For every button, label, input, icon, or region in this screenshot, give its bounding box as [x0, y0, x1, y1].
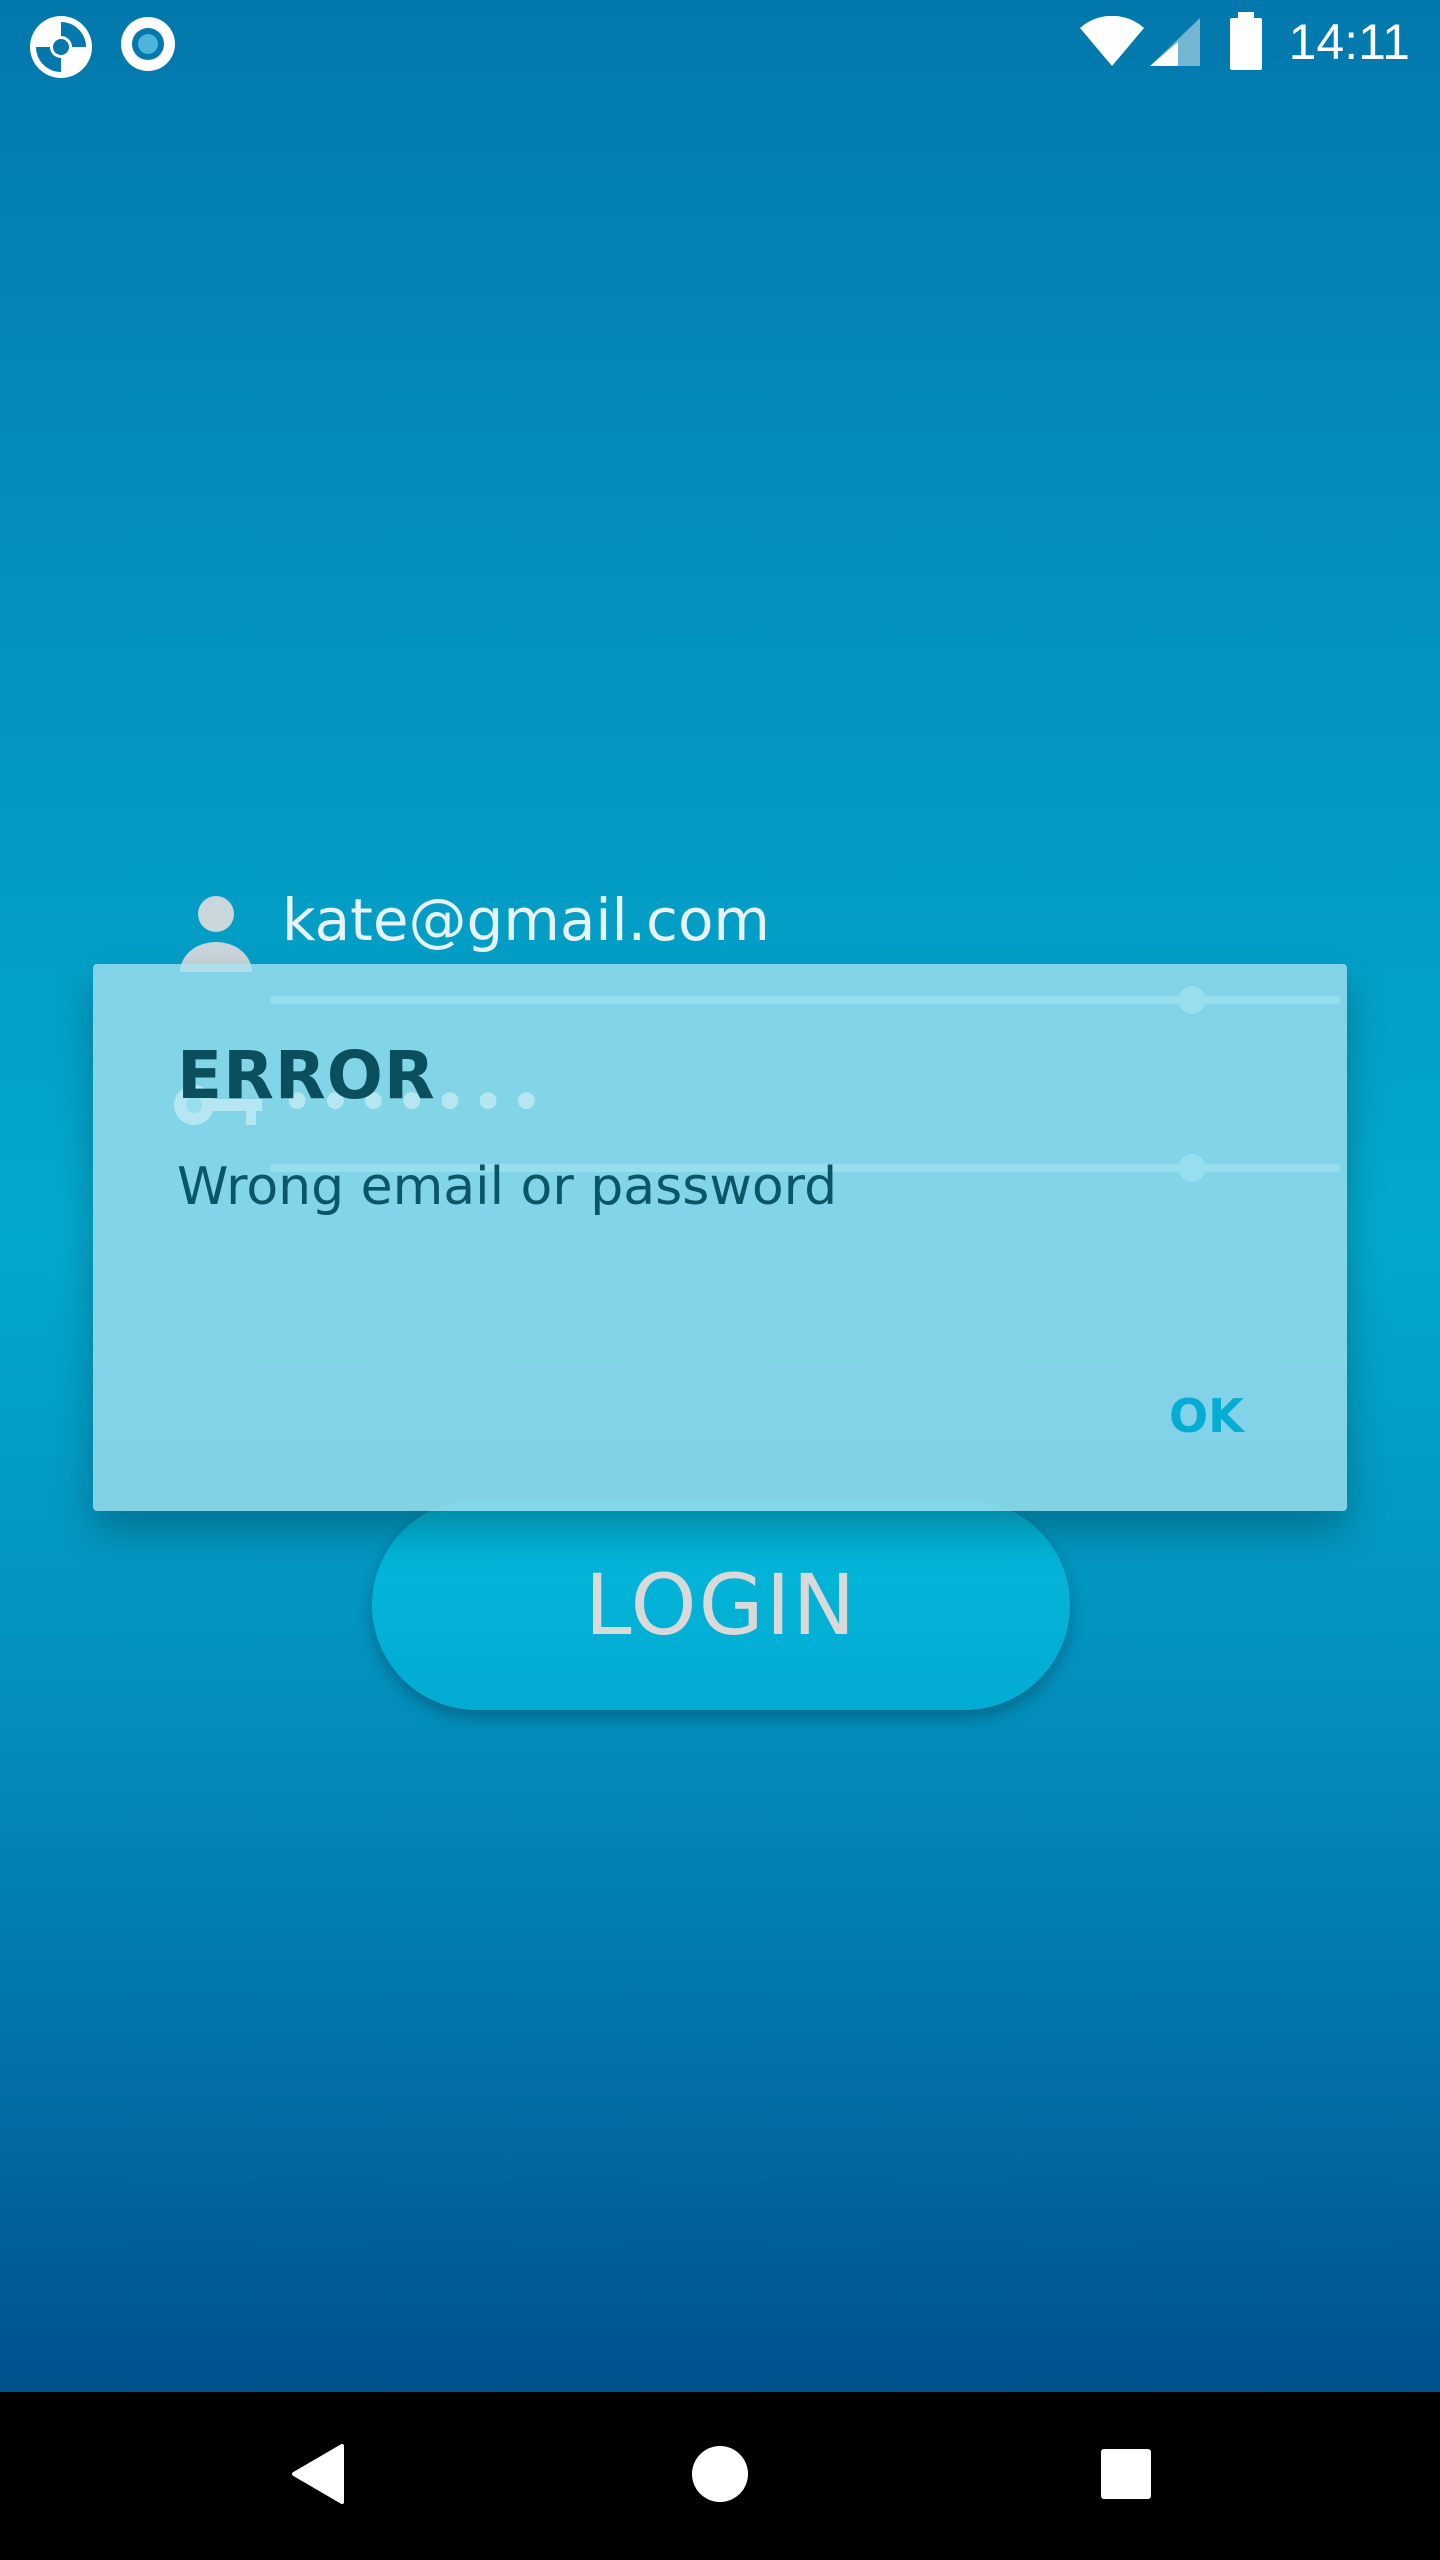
ok-button[interactable]: OK [1149, 1376, 1264, 1456]
error-dialog: ERROR Wrong email or password OK [93, 964, 1347, 1511]
battery-icon [1228, 12, 1264, 76]
cell-signal-icon [1148, 16, 1202, 72]
back-icon [290, 2442, 346, 2510]
status-time: 14:11 [1288, 14, 1410, 70]
home-icon [690, 2444, 750, 2508]
recents-icon [1099, 2447, 1153, 2505]
app-logo-icon [28, 14, 94, 84]
wifi-icon [1078, 15, 1146, 72]
login-button-label: LOGIN [584, 1556, 858, 1654]
back-button[interactable] [218, 2392, 418, 2560]
status-bar: 14:11 [0, 0, 1440, 84]
circle-dot-icon [118, 14, 178, 78]
navigation-bar [0, 2392, 1440, 2560]
dialog-message: Wrong email or password [177, 1157, 838, 1217]
email-input-value: kate@gmail.com [282, 886, 770, 954]
login-button[interactable]: LOGIN [372, 1500, 1070, 1710]
recents-button[interactable] [1026, 2392, 1226, 2560]
dialog-title: ERROR [177, 1037, 436, 1114]
home-button[interactable] [620, 2392, 820, 2560]
